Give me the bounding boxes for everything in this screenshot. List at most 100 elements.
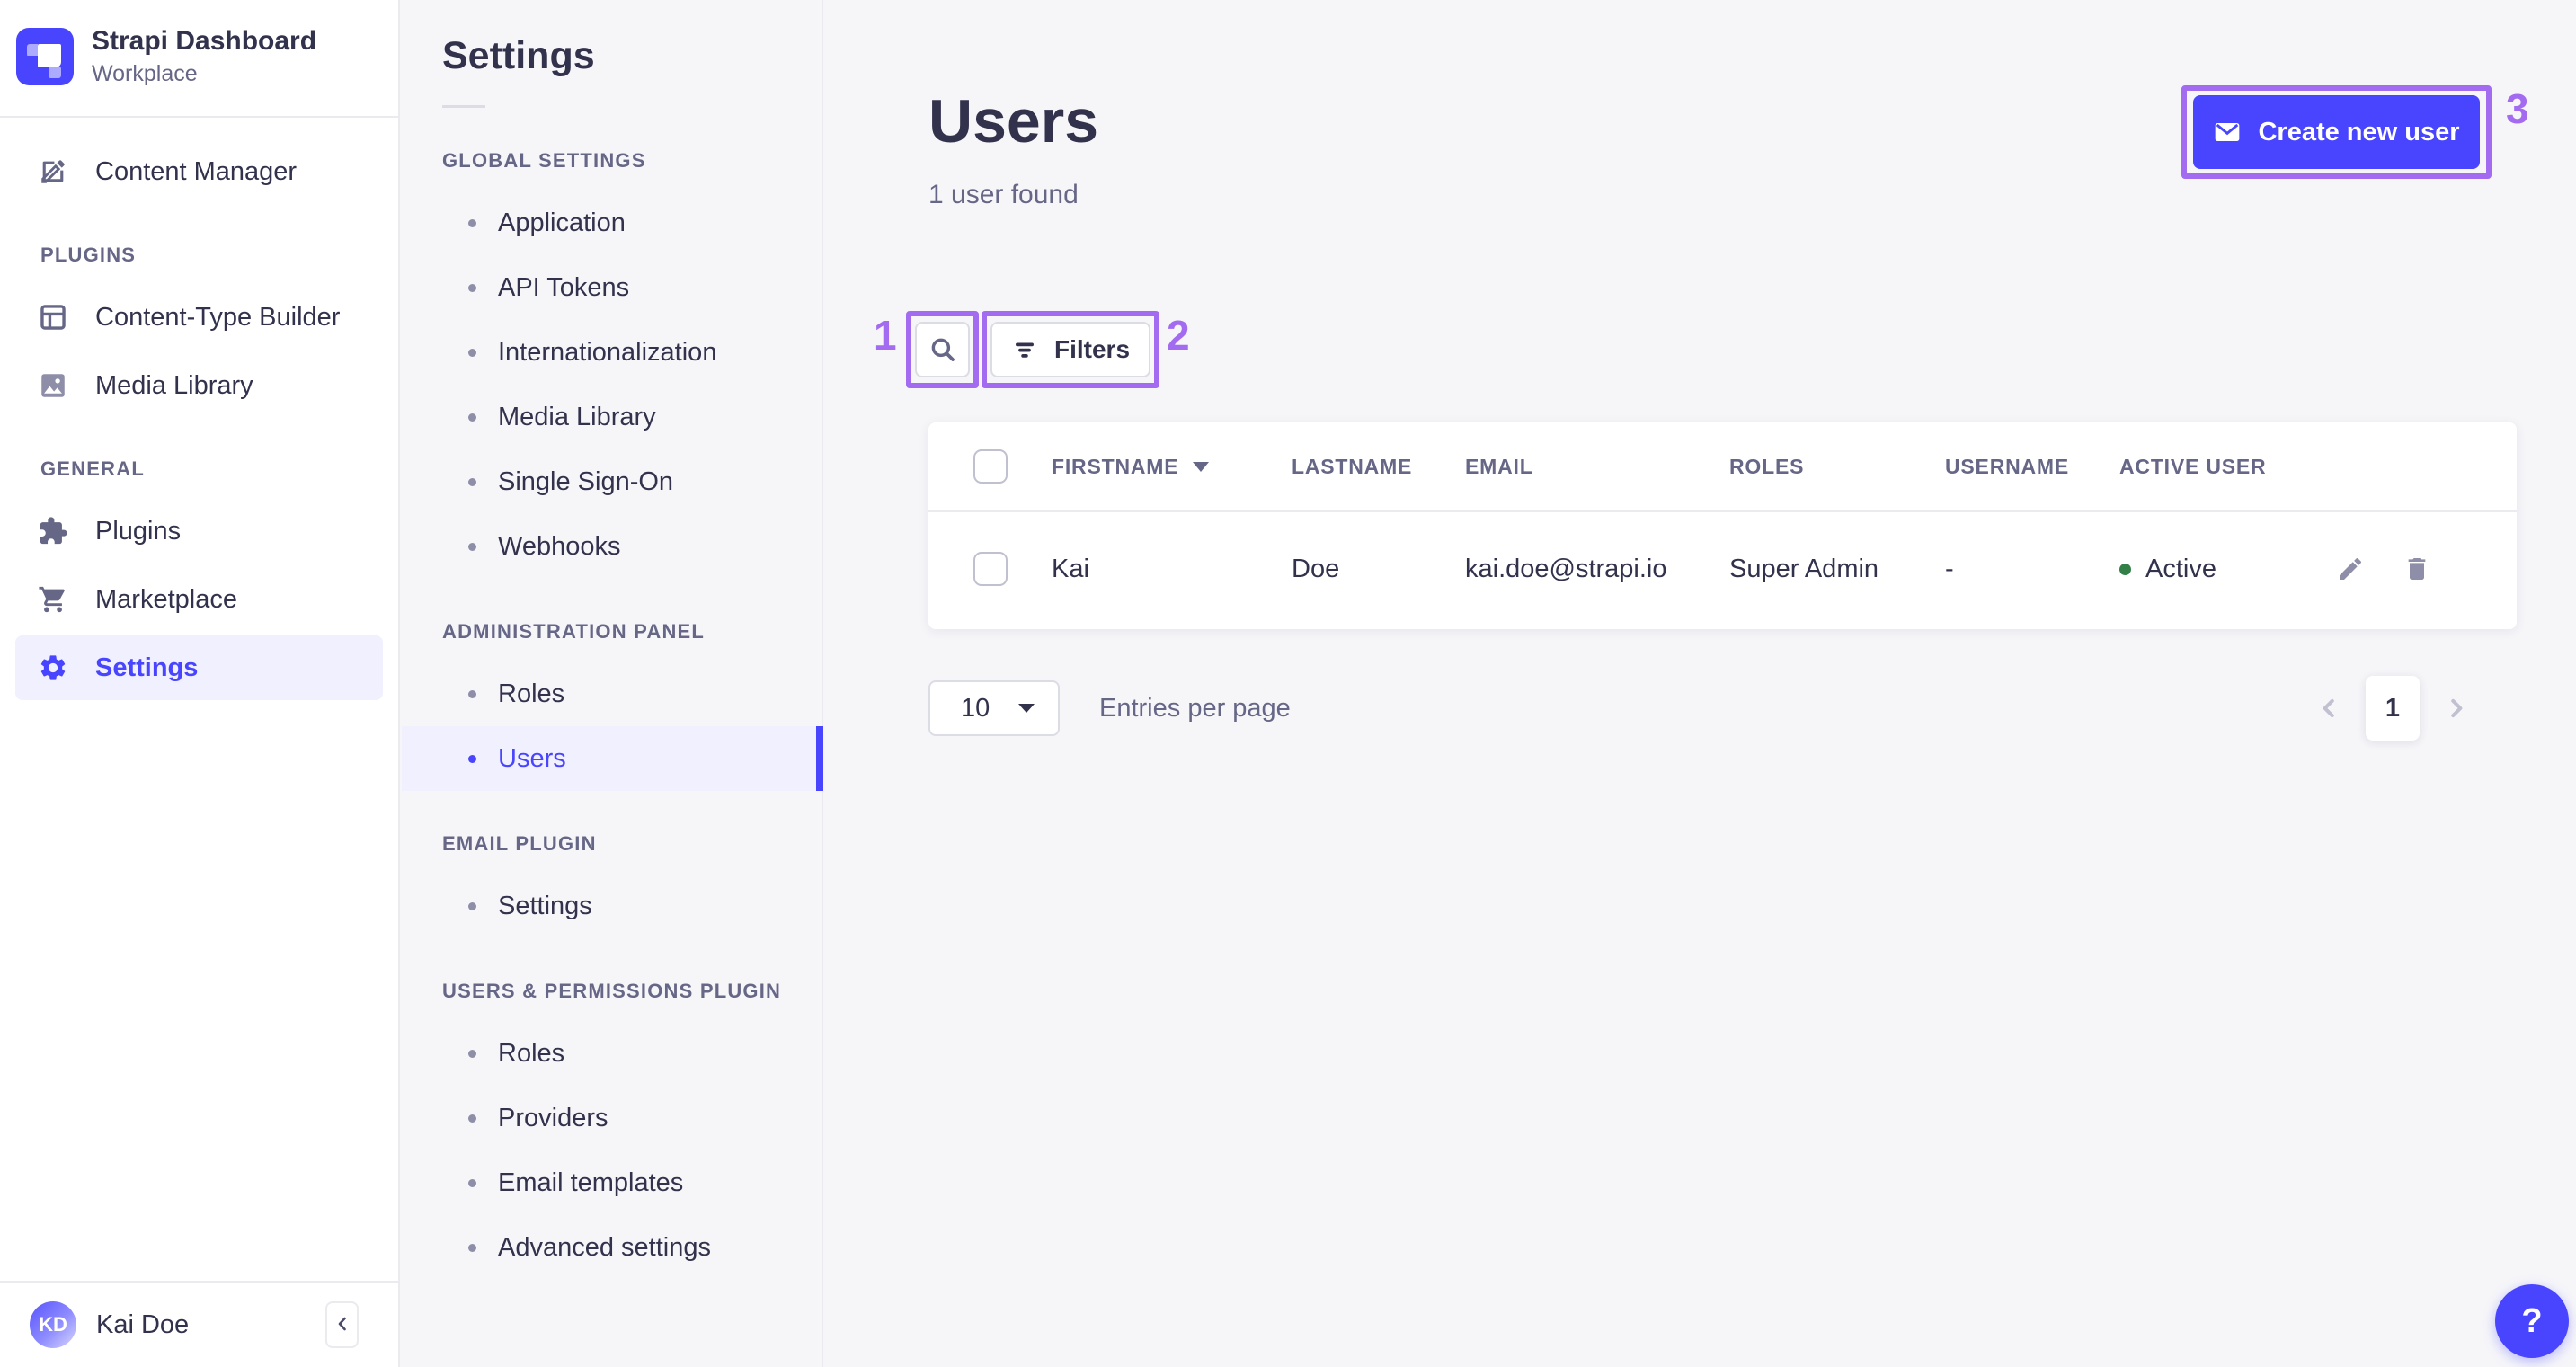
subnav-section-title: GLOBAL SETTINGS <box>442 149 646 172</box>
table-header-row: FIRSTNAME LASTNAME EMAIL ROLES USERNAME … <box>928 422 2517 512</box>
sidebar-item-content-type-builder[interactable]: Content-Type Builder <box>15 285 383 350</box>
sidebar-section-general: GENERAL <box>40 457 145 480</box>
sidebar-item-media-library[interactable]: Media Library <box>15 353 383 418</box>
layout-grid-icon <box>38 302 68 333</box>
annotation-label-2: 2 <box>1167 312 1190 359</box>
user-count: 1 user found <box>928 180 1079 209</box>
pager: 1 <box>2315 676 2470 741</box>
subnav-item-label: Users <box>498 743 566 773</box>
subnav-item-internationalization[interactable]: Internationalization <box>402 320 822 385</box>
sidebar-collapse-button[interactable] <box>325 1301 359 1348</box>
bullet-icon <box>468 1178 476 1187</box>
bullet-icon <box>468 1049 476 1058</box>
subnav-item-label: Internationalization <box>498 337 717 367</box>
sidebar-item-label: Content Manager <box>95 156 298 186</box>
sidebar-item-label: Content-Type Builder <box>95 302 341 332</box>
row-checkbox[interactable] <box>973 552 1008 586</box>
sidebar-item-marketplace[interactable]: Marketplace <box>15 567 383 632</box>
subnav-item-label: Settings <box>498 891 592 920</box>
cell-lastname: Doe <box>1292 554 1340 583</box>
subnav-item-label: Roles <box>498 1038 565 1068</box>
cell-email: kai.doe@strapi.io <box>1465 554 1667 583</box>
sort-descending-icon <box>1193 461 1210 472</box>
cell-firstname: Kai <box>1052 554 1089 583</box>
next-page-button[interactable] <box>2443 695 2470 722</box>
entries-per-page-value: 10 <box>961 693 990 723</box>
subnav-item-providers[interactable]: Providers <box>402 1086 822 1150</box>
subnav-item-roles[interactable]: Roles <box>402 661 822 726</box>
bullet-icon <box>468 689 476 698</box>
sidebar-item-label: Settings <box>95 652 199 682</box>
subnav-item-label: Application <box>498 208 626 237</box>
create-new-user-button[interactable]: Create new user <box>2193 95 2480 169</box>
subnav-section-email: EMAIL PLUGIN Settings <box>402 832 822 938</box>
column-header-firstname[interactable]: FIRSTNAME <box>1052 455 1292 479</box>
envelope-icon <box>2213 118 2242 146</box>
trash-icon <box>2403 555 2431 583</box>
select-all-checkbox[interactable] <box>973 449 1008 484</box>
cell-active-user: Active <box>2119 555 2336 584</box>
entries-per-page-select[interactable]: 10 <box>928 680 1060 736</box>
search-button[interactable] <box>915 322 970 377</box>
column-header-roles[interactable]: ROLES <box>1729 455 1945 479</box>
chevron-left-icon <box>332 1313 353 1337</box>
bullet-icon <box>468 754 476 763</box>
filter-icon <box>1011 336 1038 363</box>
bullet-icon <box>468 477 476 486</box>
annotation-label-1: 1 <box>874 312 897 359</box>
delete-row-button[interactable] <box>2403 555 2431 583</box>
subnav-item-advanced-settings[interactable]: Advanced settings <box>402 1215 822 1280</box>
chevron-right-icon <box>2443 695 2470 722</box>
column-header-label: FIRSTNAME <box>1052 454 1179 478</box>
workspace-brand[interactable]: Strapi Dashboard Workplace <box>0 0 398 118</box>
subnav-item-media-library[interactable]: Media Library <box>402 385 822 449</box>
sidebar-item-plugins[interactable]: Plugins <box>15 499 383 564</box>
annotation-box-1 <box>906 311 979 388</box>
subnav-item-email-templates[interactable]: Email templates <box>402 1150 822 1215</box>
subnav-item-application[interactable]: Application <box>402 191 822 255</box>
page-1-button[interactable]: 1 <box>2366 676 2420 741</box>
column-header-username[interactable]: USERNAME <box>1945 455 2119 479</box>
subnav-item-up-roles[interactable]: Roles <box>402 1021 822 1086</box>
subnav-item-label: Email templates <box>498 1167 684 1197</box>
subnav-divider <box>442 105 485 108</box>
column-header-label: EMAIL <box>1465 454 1533 478</box>
subnav-item-label: API Tokens <box>498 272 630 302</box>
subnav-item-single-sign-on[interactable]: Single Sign-On <box>402 449 822 514</box>
column-header-label: ACTIVE USER <box>2119 454 2267 478</box>
subnav-item-label: Roles <box>498 679 565 708</box>
users-table: FIRSTNAME LASTNAME EMAIL ROLES USERNAME … <box>928 422 2517 629</box>
subnav-item-webhooks[interactable]: Webhooks <box>402 514 822 579</box>
column-header-lastname[interactable]: LASTNAME <box>1292 455 1465 479</box>
bullet-icon <box>468 283 476 292</box>
subnav-item-api-tokens[interactable]: API Tokens <box>402 255 822 320</box>
bullet-icon <box>468 1243 476 1252</box>
sidebar-footer: KD Kai Doe <box>0 1281 398 1367</box>
chevron-left-icon <box>2315 695 2342 722</box>
subnav-item-label: Advanced settings <box>498 1232 711 1262</box>
column-header-label: LASTNAME <box>1292 454 1413 478</box>
puzzle-icon <box>38 516 68 546</box>
column-header-email[interactable]: EMAIL <box>1465 455 1729 479</box>
table-row[interactable]: Kai Doe kai.doe@strapi.io Super Admin - … <box>928 512 2517 626</box>
main-content: Users 1 user found Create new user 3 1 F… <box>823 0 2576 1367</box>
help-button[interactable]: ? <box>2495 1284 2569 1358</box>
avatar[interactable]: KD <box>30 1301 76 1348</box>
edit-row-button[interactable] <box>2336 555 2365 583</box>
bullet-icon <box>468 218 476 227</box>
previous-page-button[interactable] <box>2315 695 2342 722</box>
filters-button[interactable]: Filters <box>990 322 1150 377</box>
entries-per-page-label: Entries per page <box>1099 693 1291 723</box>
subnav-item-users[interactable]: Users <box>402 726 823 791</box>
subnav-item-email-settings[interactable]: Settings <box>402 874 822 938</box>
bullet-icon <box>468 901 476 910</box>
sidebar-item-content-manager[interactable]: Content Manager <box>15 139 383 204</box>
edit-square-icon <box>38 156 68 187</box>
status-label: Active <box>2145 554 2216 583</box>
annotation-label-3: 3 <box>2506 85 2529 132</box>
column-header-active-user[interactable]: ACTIVE USER <box>2119 455 2336 479</box>
annotation-box-2: Filters <box>982 311 1159 388</box>
sidebar-item-settings[interactable]: Settings <box>15 635 383 700</box>
cell-roles: Super Admin <box>1729 554 1879 583</box>
sidebar-item-label: Marketplace <box>95 584 237 614</box>
